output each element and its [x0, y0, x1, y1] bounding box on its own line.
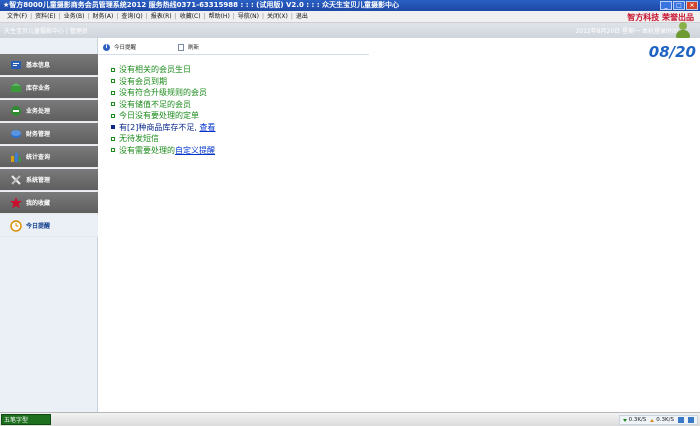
menu-finance[interactable]: 财务(A) — [90, 11, 117, 23]
sidebar-item-label: 业务处理 — [26, 108, 51, 115]
view-link[interactable]: 查看 — [199, 122, 215, 134]
sidebar-item-label: 财务管理 — [26, 131, 51, 138]
bullet-icon — [111, 67, 115, 72]
reminder-list: 没有相关的会员生日 没有会员到期 没有符合升级规则的会员 没有储值不足的会员 今… — [111, 64, 215, 156]
sidebar-item-label: 系统管理 — [26, 177, 51, 184]
finance-icon — [10, 128, 22, 140]
clock-icon — [10, 219, 22, 232]
menu-help[interactable]: 帮助(H) — [206, 11, 233, 23]
tab-today-reminder[interactable]: i 今日提醒 — [99, 43, 140, 51]
window-title-bar: ★智方8000儿童摄影商务会员管理系统2012 服务热线0371-6331598… — [0, 0, 700, 11]
list-item: 今日没有要处理的定单 — [111, 110, 215, 122]
list-item: 没有会员到期 — [111, 76, 215, 88]
bullet-icon — [111, 136, 115, 141]
statistics-icon — [10, 151, 22, 163]
menu-business[interactable]: 业务(B) — [61, 11, 88, 23]
tools-icon — [10, 174, 22, 186]
sidebar-item-inventory[interactable]: 库存业务 — [0, 77, 98, 99]
notice-text: 没有相关的会员生日 — [119, 65, 191, 74]
network-tray: 0.3K/S 0.3K/S — [618, 415, 698, 425]
menu-bar: 文件(F) | 资料(E) | 业务(B) | 财务(A) | 查询(Q) | … — [0, 11, 700, 23]
bullet-icon — [111, 148, 115, 153]
notice-text: 今日没有要处理的定单 — [119, 111, 199, 120]
menu-favorites[interactable]: 收藏(C) — [177, 11, 204, 23]
notice-text: 无待发短信 — [119, 134, 159, 143]
sidebar-item-statistics[interactable]: 统计查询 — [0, 146, 98, 168]
date-display: 08/20 — [648, 43, 696, 61]
sidebar-item-label: 基本信息 — [26, 62, 51, 69]
list-item: 无待发短信 — [111, 133, 215, 145]
info-icon: i — [103, 43, 110, 51]
status-bar: 五笔字型 0.3K/S 0.3K/S — [0, 412, 700, 426]
window-title: ★智方8000儿童摄影商务会员管理系统2012 服务热线0371-6331598… — [3, 1, 399, 9]
menu-query[interactable]: 查询(Q) — [118, 11, 145, 23]
avatar-body — [676, 30, 690, 38]
menu-file[interactable]: 文件(F) — [4, 11, 30, 23]
arrow-down-icon — [622, 418, 627, 422]
sidebar-item-label: 统计查询 — [26, 154, 51, 161]
download-speed-value: 0.3K/S — [628, 417, 647, 423]
login-date-label: 2012年8月20日 星期一 本机登录时间 — [575, 28, 678, 35]
refresh-label: 刷新 — [188, 45, 200, 51]
main-content: i 今日提醒 刷新 08/20 没有相关的会员生日 没有会员到期 没有符合升级规… — [99, 38, 700, 412]
content-tabs: i 今日提醒 刷新 — [99, 40, 203, 54]
tab-label: 今日提醒 — [114, 45, 137, 51]
sidebar-item-label: 我的收藏 — [26, 200, 51, 207]
sidebar-item-finance[interactable]: 财务管理 — [0, 123, 98, 145]
list-item: 没有储值不足的会员 — [111, 99, 215, 111]
window-controls: _ □ × — [660, 1, 698, 10]
bullet-icon — [111, 125, 115, 130]
upload-speed-value: 0.3K/S — [656, 417, 674, 423]
tray-settings-icon[interactable] — [688, 417, 694, 423]
tray-app-icon[interactable] — [678, 417, 684, 423]
studio-user-label: 天生宝贝儿童摄影中心 | 管理员 — [4, 28, 88, 35]
arrow-up-icon — [650, 418, 655, 422]
notice-text: 没有储值不足的会员 — [119, 99, 191, 109]
list-item: 没有需要处理的 自定义提醒 — [111, 145, 215, 157]
menu-exit[interactable]: 退出 — [293, 11, 311, 23]
inventory-icon — [10, 82, 22, 94]
ime-indicator[interactable]: 五笔字型 — [1, 414, 51, 425]
sidebar-item-label: 今日提醒 — [26, 223, 51, 230]
menu-close[interactable]: 关闭(X) — [264, 11, 291, 23]
basic-info-icon — [10, 59, 22, 71]
tab-divider — [99, 54, 369, 55]
sidebar: 基本信息 库存业务 业务处理 财务管理 统计查询 系统管理 我的收藏 今日提醒 — [0, 38, 98, 412]
notice-text: 没有符合升级规则的会员 — [119, 88, 207, 97]
upload-speed: 0.3K/S — [650, 417, 674, 423]
star-icon — [10, 196, 22, 209]
bullet-icon — [111, 79, 115, 84]
sidebar-item-system[interactable]: 系统管理 — [0, 169, 98, 191]
menu-report[interactable]: 报表(R) — [148, 11, 175, 23]
notice-text: 没有需要处理的 — [119, 145, 175, 155]
refresh-button[interactable]: 刷新 — [174, 43, 203, 51]
bullet-icon — [111, 113, 115, 118]
maximize-button[interactable]: □ — [673, 1, 685, 10]
menu-data[interactable]: 资料(E) — [32, 11, 58, 23]
document-icon — [178, 43, 185, 51]
close-button[interactable]: × — [686, 1, 698, 10]
list-item: 没有符合升级规则的会员 — [111, 87, 215, 99]
menu-navigate[interactable]: 导航(N) — [235, 11, 262, 23]
minimize-button[interactable]: _ — [660, 1, 672, 10]
sidebar-item-basic-info[interactable]: 基本信息 — [0, 54, 98, 76]
sidebar-item-business[interactable]: 业务处理 — [0, 100, 98, 122]
header-banner: 天生宝贝儿童摄影中心 | 管理员 2012年8月20日 星期一 本机登录时间 — [0, 23, 700, 38]
sidebar-item-favorites[interactable]: 我的收藏 — [0, 192, 98, 214]
custom-reminder-link[interactable]: 自定义提醒 — [175, 145, 215, 157]
business-icon — [10, 105, 22, 117]
list-item: 没有相关的会员生日 — [111, 64, 215, 76]
notice-text: 没有会员到期 — [119, 76, 167, 86]
bullet-icon — [111, 102, 115, 107]
list-item: 有[2]种商品库存不足, 查看 — [111, 122, 215, 134]
sidebar-item-today-reminder[interactable]: 今日提醒 — [0, 215, 98, 237]
bullet-icon — [111, 90, 115, 95]
avatar-head — [679, 22, 687, 30]
sidebar-item-label: 库存业务 — [26, 85, 51, 92]
download-speed: 0.3K/S — [622, 417, 647, 423]
notice-text: 有[2]种商品库存不足, — [119, 122, 197, 132]
